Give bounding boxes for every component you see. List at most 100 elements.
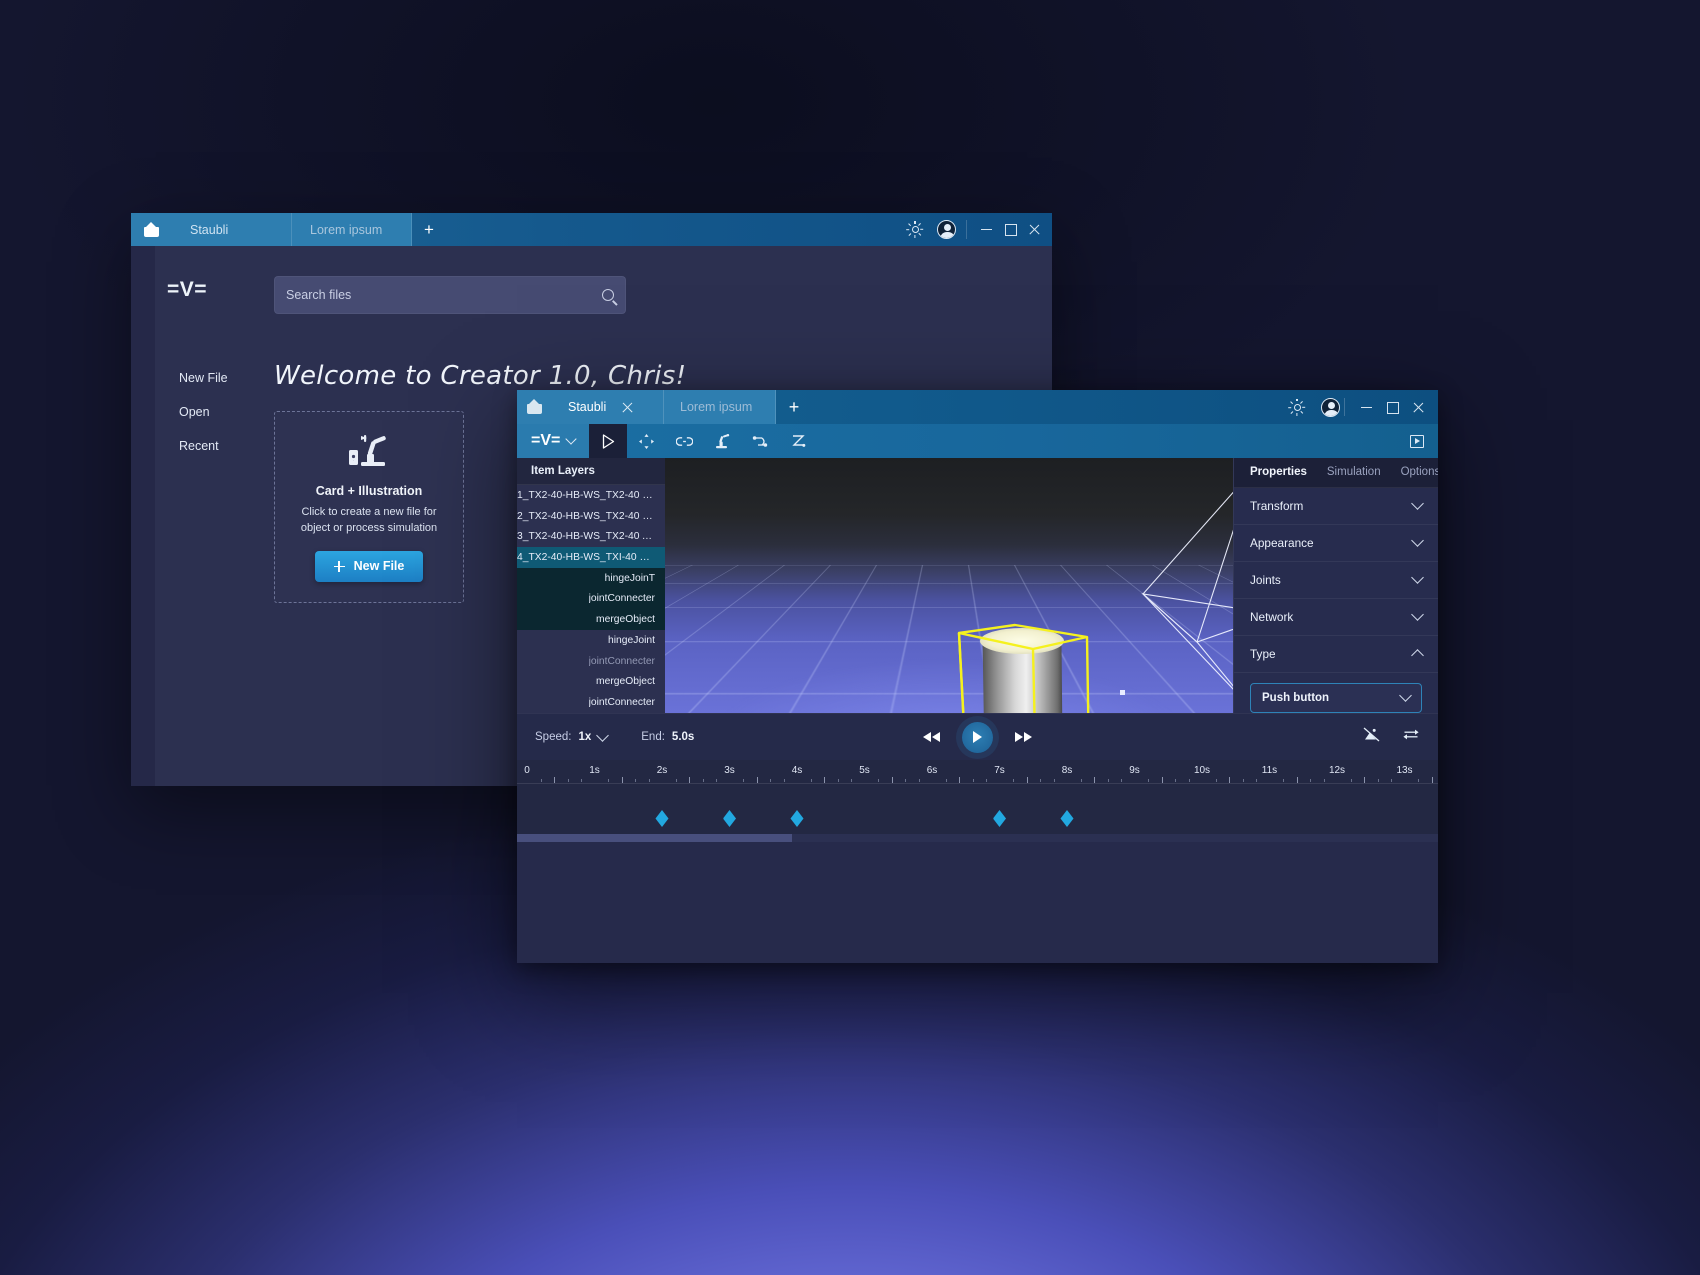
keyframe-marker[interactable] xyxy=(1060,810,1074,827)
chevron-down-icon xyxy=(1411,608,1424,622)
keyframe-marker[interactable] xyxy=(723,810,736,827)
selected-object-prism[interactable] xyxy=(953,623,1093,713)
new-file-card[interactable]: Card + Illustration Click to create a ne… xyxy=(274,411,464,603)
tab-lorem-ipsum[interactable]: Lorem ipsum xyxy=(292,213,412,246)
keyframe-marker[interactable] xyxy=(655,810,669,827)
keyframe-stalk xyxy=(729,786,730,810)
new-tab-button[interactable]: + xyxy=(412,213,446,246)
robot-arm-icon xyxy=(716,433,730,448)
timeline-panel[interactable]: 0 1s 2s 3s 4s 5s 6s 7s 8s 9s 10s 11s 12s 13s xyxy=(517,760,1438,842)
tab-lorem-ipsum[interactable]: Lorem ipsum xyxy=(664,390,776,424)
rewind-button[interactable] xyxy=(923,732,940,742)
layer-label: mergeObject xyxy=(596,614,655,626)
ruler-subtick xyxy=(608,779,609,782)
type-select[interactable]: Push button xyxy=(1250,682,1422,713)
keyframe-marker[interactable] xyxy=(993,810,1006,827)
properties-tabs: Properties Simulation Options xyxy=(1234,458,1438,488)
ruler-tick-label: 8s xyxy=(1061,765,1073,776)
layer-row-mergeobject-2[interactable]: mergeObject xyxy=(517,671,665,692)
card-description: Click to create a new file for object or… xyxy=(300,506,438,534)
timeline-ruler[interactable]: 0 1s 2s 3s 4s 5s 6s 7s 8s 9s 10s 11s 12s 13s xyxy=(517,760,1438,784)
tab-options[interactable]: Options xyxy=(1401,466,1438,478)
maximize-button[interactable] xyxy=(1387,401,1399,414)
playback-toolbar: Speed: 1x End: 5.0s xyxy=(517,713,1438,760)
link-tool-button[interactable] xyxy=(665,424,703,458)
ruler-tick-label: 3s xyxy=(724,765,735,776)
new-file-button[interactable]: New File xyxy=(314,550,424,582)
layer-label: hingeJoinT xyxy=(604,572,655,584)
path-tool-button[interactable] xyxy=(779,424,817,458)
ruler-tick-label: 12s xyxy=(1328,765,1346,776)
tab-staubli[interactable]: Staubli xyxy=(172,213,292,246)
loop-button[interactable] xyxy=(1402,728,1420,746)
ruler-subtick xyxy=(1148,779,1149,782)
section-network[interactable]: Network xyxy=(1234,599,1438,636)
maximize-button[interactable] xyxy=(1005,224,1017,236)
tab-properties[interactable]: Properties xyxy=(1250,466,1307,478)
fast-forward-button[interactable] xyxy=(1015,732,1032,742)
tab-staubli[interactable]: Staubli xyxy=(552,390,664,424)
item-layers-header: Item Layers xyxy=(517,458,665,486)
3d-viewport[interactable] xyxy=(665,458,1233,713)
layer-row-1[interactable]: 1_TX2-40-HB-WS_TX2-40 HORIZONTAL BI... xyxy=(517,485,665,506)
ruler-subtick xyxy=(770,779,771,782)
layer-label: 2_TX2-40-HB-WS_TX2-40 SHOULDER.obj xyxy=(517,510,655,522)
ruler-subtick xyxy=(1418,779,1419,782)
section-type[interactable]: Type xyxy=(1234,636,1438,673)
close-button[interactable] xyxy=(1029,224,1040,235)
nav-item-new-file[interactable]: New File xyxy=(155,361,275,395)
avatar[interactable] xyxy=(937,220,956,239)
panel-expand-icon[interactable] xyxy=(1410,434,1424,448)
layer-row-hingejoint-t[interactable]: hingeJoinT xyxy=(517,567,665,589)
mute-button[interactable] xyxy=(1363,727,1380,747)
graph-tool-button[interactable] xyxy=(741,424,779,458)
home-button[interactable] xyxy=(517,390,552,424)
speed-control[interactable]: Speed: 1x xyxy=(535,728,610,743)
section-appearance[interactable]: Appearance xyxy=(1234,525,1438,562)
ruler-tick-label: 0 xyxy=(524,765,530,776)
layer-row-jointconnecter-3[interactable]: jointConnecter xyxy=(517,692,665,713)
layer-row-hingejoint[interactable]: hingeJoint xyxy=(517,630,665,651)
speed-label: Speed: xyxy=(535,731,572,743)
section-transform[interactable]: Transform xyxy=(1234,488,1438,525)
ruler-subtick xyxy=(1080,779,1082,782)
robot-tool-button[interactable] xyxy=(703,424,741,458)
end-time-control[interactable]: End: 5.0s xyxy=(641,731,694,743)
timeline-scrollbar[interactable] xyxy=(517,834,1438,842)
layer-row-2[interactable]: 2_TX2-40-HB-WS_TX2-40 SHOULDER.obj xyxy=(517,506,665,527)
sun-icon[interactable] xyxy=(906,221,924,238)
search-input[interactable]: Search files xyxy=(274,276,626,314)
tab-label: Staubli xyxy=(190,222,229,237)
layer-row-4-selected[interactable]: 4_TX2-40-HB-WS_TXI-40 ELBO... xyxy=(517,547,665,568)
scrollbar-thumb[interactable] xyxy=(517,834,792,842)
move-tool-button[interactable] xyxy=(627,424,665,458)
minimize-button[interactable] xyxy=(1361,402,1372,413)
close-icon[interactable] xyxy=(622,402,633,413)
layer-row-3[interactable]: 3_TX2-40-HB-WS_TX2-40 ARM.obj xyxy=(517,526,665,547)
layer-row-jointconnecter-1[interactable]: jointConnecter xyxy=(517,588,665,610)
tab-label: Staubli xyxy=(568,400,607,414)
layer-row-jointconnecter-2[interactable]: jointConnecter xyxy=(517,651,665,672)
keyframe-stalk xyxy=(1067,786,1068,810)
layer-row-mergeobject-1[interactable]: mergeObject xyxy=(517,609,665,631)
speed-value: 1x xyxy=(578,731,592,743)
play-button[interactable] xyxy=(962,721,993,753)
select-tool-button[interactable] xyxy=(589,424,628,458)
toolbar-logo-menu[interactable]: =V= xyxy=(517,424,590,458)
editor-toolbar: =V= xyxy=(517,424,1438,458)
keyframe-track[interactable] xyxy=(517,784,1438,841)
editor-main: Item Layers 1_TX2-40-HB-WS_TX2-40 HORIZO… xyxy=(517,458,1438,713)
new-tab-button[interactable]: + xyxy=(776,390,812,424)
home-button[interactable] xyxy=(131,213,172,246)
nav-item-recent[interactable]: Recent xyxy=(155,429,275,463)
ruler-tick-label: 6s xyxy=(926,765,938,776)
nav-item-open[interactable]: Open xyxy=(155,395,275,429)
section-joints[interactable]: Joints xyxy=(1234,562,1438,599)
sun-icon[interactable] xyxy=(1288,398,1306,416)
avatar[interactable] xyxy=(1321,397,1340,417)
minimize-button[interactable] xyxy=(981,224,992,235)
new-file-button-label: New File xyxy=(353,559,405,574)
close-button[interactable] xyxy=(1413,402,1424,413)
keyframe-marker[interactable] xyxy=(790,810,804,827)
tab-simulation[interactable]: Simulation xyxy=(1327,466,1381,478)
